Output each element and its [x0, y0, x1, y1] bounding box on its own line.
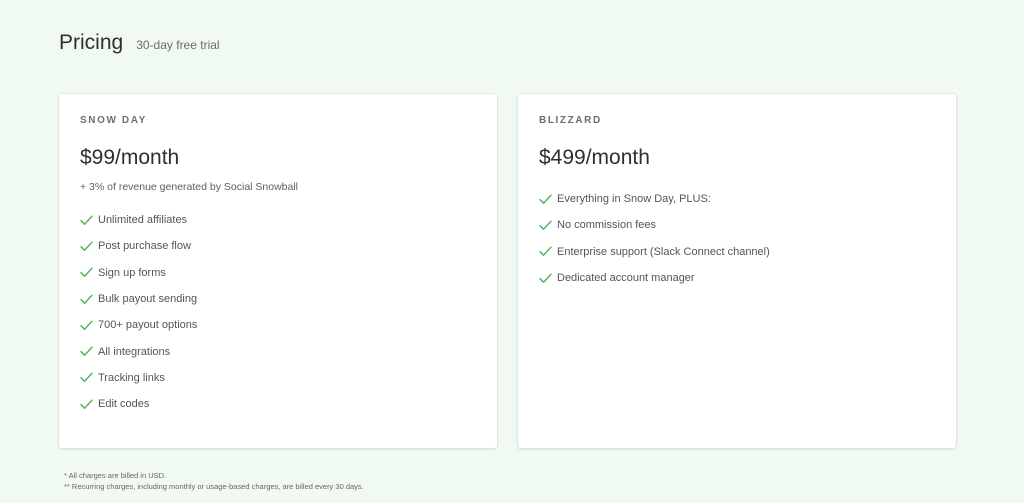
feature-item: Unlimited affiliates: [80, 207, 477, 233]
check-icon: [539, 273, 552, 283]
feature-item: Bulk payout sending: [80, 286, 477, 312]
check-icon: [539, 246, 552, 257]
feature-item: Enterprise support (Slack Connect channe…: [539, 239, 936, 265]
plan-revenue-note: + 3% of revenue generated by Social Snow…: [80, 181, 299, 193]
feature-item: Edit codes: [80, 391, 477, 417]
feature-label: Everything in Snow Day, PLUS:: [557, 193, 711, 206]
free-trial-subtitle: 30-day free trial: [136, 38, 220, 52]
feature-label: Sign up forms: [98, 266, 166, 279]
page-header: Pricing 30-day free trial: [59, 31, 220, 55]
feature-item: Post purchase flow: [80, 233, 477, 259]
billing-footnotes: * All charges are billed in USD. ** Recu…: [64, 470, 364, 492]
check-icon: [80, 241, 93, 251]
check-icon: [80, 372, 93, 383]
check-icon: [80, 267, 93, 278]
feature-item: Sign up forms: [80, 260, 477, 286]
footnote-currency: * All charges are billed in USD.: [64, 471, 167, 480]
feature-label: Dedicated account manager: [557, 272, 695, 285]
feature-list: Everything in Snow Day, PLUS: No commiss…: [539, 186, 936, 291]
feature-item: Tracking links: [80, 365, 477, 391]
feature-label: Unlimited affiliates: [98, 214, 188, 227]
feature-label: Bulk payout sending: [98, 293, 198, 306]
plan-price: $499/month: [539, 146, 650, 169]
feature-item: No commission fees: [539, 212, 936, 238]
check-icon: [80, 215, 93, 225]
plan-card-snow-day: SNOW DAY $99/month + 3% of revenue gener…: [59, 94, 497, 448]
plan-name: SNOW DAY: [80, 115, 147, 126]
feature-label: Edit codes: [98, 398, 150, 411]
check-icon: [80, 320, 93, 330]
feature-label: Post purchase flow: [98, 240, 191, 253]
feature-label: No commission fees: [557, 219, 657, 232]
plan-card-blizzard: BLIZZARD $499/month Everything in Snow D…: [518, 94, 956, 448]
page-title: Pricing: [59, 31, 124, 54]
feature-label: Enterprise support (Slack Connect channe…: [557, 245, 770, 258]
check-icon: [80, 294, 93, 304]
plan-name: BLIZZARD: [539, 115, 602, 126]
check-icon: [80, 399, 93, 409]
feature-item: 700+ payout options: [80, 312, 477, 338]
check-icon: [539, 194, 552, 204]
feature-label: 700+ payout options: [98, 319, 198, 332]
feature-item: Dedicated account manager: [539, 265, 936, 291]
feature-item: All integrations: [80, 338, 477, 364]
plan-price: $99/month: [80, 146, 180, 169]
footnote-billing-cycle: ** Recurring charges, including monthly …: [64, 482, 364, 491]
pricing-plans: SNOW DAY $99/month + 3% of revenue gener…: [59, 94, 956, 448]
check-icon: [80, 346, 93, 357]
feature-item: Everything in Snow Day, PLUS:: [539, 186, 936, 212]
feature-label: All integrations: [98, 345, 171, 358]
feature-list: Unlimited affiliates Post purchase flow …: [80, 207, 477, 417]
feature-label: Tracking links: [98, 371, 165, 384]
check-icon: [539, 220, 552, 230]
